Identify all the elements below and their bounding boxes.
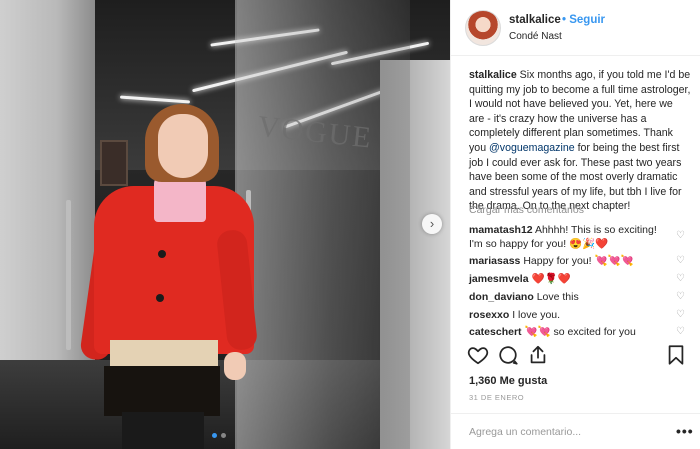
location-link[interactable]: Condé Nast <box>509 31 562 42</box>
comment-heart-icon[interactable]: ♡ <box>676 291 685 302</box>
wall-frame <box>100 140 128 186</box>
comment-heart-icon[interactable]: ♡ <box>676 230 685 241</box>
person-face <box>158 114 208 178</box>
comment: mamatash12 Ahhhh! This is so exciting! I… <box>469 223 669 251</box>
next-photo-button[interactable]: › <box>422 214 442 234</box>
load-more-comments[interactable]: Cargar más comentarios <box>469 204 584 216</box>
comment-username[interactable]: don_daviano <box>469 291 534 303</box>
person-legs <box>122 412 204 449</box>
mention-link[interactable]: @voguemagazine <box>489 142 575 154</box>
avatar[interactable] <box>465 10 501 46</box>
add-comment-bar: ••• <box>451 413 700 449</box>
comment-input[interactable] <box>469 423 649 441</box>
post-date: 31 DE ENERO <box>469 393 525 402</box>
comment: mariasass Happy for you! 💘💘💘 <box>469 254 669 268</box>
username[interactable]: stalkalice <box>509 14 561 26</box>
comment-text: 💘💘 so excited for you <box>524 326 636 338</box>
comment: rosexxo I love you. <box>469 308 669 322</box>
comment-text: I love you. <box>512 309 561 321</box>
carousel-dot <box>212 433 217 438</box>
bookmark-icon[interactable] <box>665 344 687 366</box>
comment: cateschert 💘💘 so excited for you <box>469 325 669 339</box>
comment-text: Love this <box>536 291 579 303</box>
comment-username[interactable]: mariasass <box>469 255 520 267</box>
comment-heart-icon[interactable]: ♡ <box>676 326 685 337</box>
coat-button <box>158 250 166 258</box>
like-count[interactable]: 1,360 Me gusta <box>469 375 547 387</box>
coat-button <box>156 294 164 302</box>
comment-text: ❤️🌹❤️ <box>531 273 571 285</box>
follow-label[interactable]: Seguir <box>569 14 605 26</box>
glass-door <box>235 0 410 449</box>
comment-icon[interactable] <box>497 344 519 366</box>
post-panel: stalkalice • Seguir Condé Nast stalkalic… <box>450 0 700 449</box>
follow-button[interactable]: • Seguir <box>562 14 605 26</box>
door-handle <box>66 200 71 350</box>
post-header: stalkalice • Seguir Condé Nast <box>451 0 700 56</box>
comment-username[interactable]: rosexxo <box>469 309 509 321</box>
person-hand <box>224 352 246 380</box>
comment-heart-icon[interactable]: ♡ <box>676 255 685 266</box>
comment-username[interactable]: cateschert <box>469 326 522 338</box>
comment-text: Happy for you! 💘💘💘 <box>523 255 634 267</box>
comment-username[interactable]: jamesmvela <box>469 273 529 285</box>
carousel-dots <box>212 433 226 438</box>
person-skirt <box>104 366 220 416</box>
carousel-dot <box>221 433 226 438</box>
comment-username[interactable]: mamatash12 <box>469 224 533 236</box>
post-photo[interactable]: VOGUE › <box>0 0 450 449</box>
comment: jamesmvela ❤️🌹❤️ <box>469 272 669 286</box>
post-caption: stalkalice Six months ago, if you told m… <box>469 68 691 214</box>
share-icon[interactable] <box>527 344 549 366</box>
comment-heart-icon[interactable]: ♡ <box>676 309 685 320</box>
comment: don_daviano Love this <box>469 290 669 304</box>
caption-username[interactable]: stalkalice <box>469 69 517 81</box>
heart-icon[interactable] <box>467 344 489 366</box>
more-options-button[interactable]: ••• <box>676 423 694 439</box>
comment-heart-icon[interactable]: ♡ <box>676 273 685 284</box>
action-bar <box>451 344 700 374</box>
